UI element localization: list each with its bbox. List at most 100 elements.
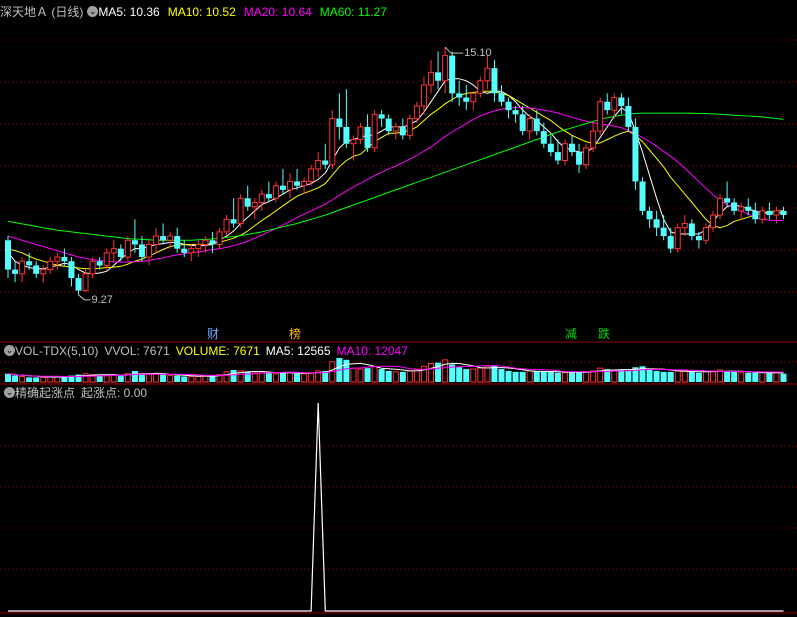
candle-body-down [547,143,554,153]
volume-bar-up [597,367,604,383]
candle-body-down [533,118,540,132]
volume-bar-up [590,370,597,383]
candle-body-up [561,143,568,162]
chart-stage: 15.10 9.27 财榜减跌 深天地Ａ (日线) ⌄ MA5: 10.36 MA10… [0,0,797,614]
volume-legend-items: VOL-TDX(5,10) VVOL: 7671 VOLUME: 7671 MA5: … [15,344,414,358]
price-legend: 深天地Ａ (日线) ⌄ MA5: 10.36 MA10: 10.52 MA20: 10.… [0,4,395,20]
volume-bar-down [752,372,759,382]
candle-body-down [604,101,611,111]
volume-bar-down [505,370,512,382]
event-marker-2: 减 [565,327,577,341]
candle-body-down [576,152,583,165]
volume-bar-up [674,370,681,383]
candle-body-down [632,126,639,182]
volume-bar-down [519,371,526,382]
stock-title[interactable]: 深天地Ａ (日线) [0,5,83,19]
candle-body-down [5,240,11,270]
candle-body-down [364,126,371,148]
volume-bar-down [33,377,40,382]
event-marker-3: 跌 [598,326,610,341]
volume-bar-down [540,371,547,382]
candle-body-down [752,210,759,220]
chart-grid [0,39,797,614]
chevron-down-icon[interactable]: ⌄ [4,345,15,357]
volume-bar-down [618,370,625,382]
price-markers: 15.10 9.27 [78,46,492,306]
candle-body-down [131,240,138,245]
candle-body-up [597,101,604,132]
candle-body-down [336,118,343,127]
volume-bar-down [569,371,575,382]
candle-body-up [710,214,716,229]
volume-bar-down [364,368,371,382]
ma-label-0: MA5: 10.36 [98,5,160,19]
indicator-legend: ⌄ 精确起涨点 起涨点: 0.00 [0,385,147,401]
candle-body-up [470,92,477,103]
volume-bar-down [138,373,145,382]
candle-body-down [435,72,442,81]
volume-bar-down [5,373,11,382]
candle-body-down [181,248,188,253]
candle-body-up [308,168,315,182]
candle-body-up [674,227,681,250]
event-markers: 财榜减跌 [207,326,610,341]
indicator-title[interactable]: 精确起涨点 [15,386,75,400]
stock-chart[interactable]: 15.10 9.27 财 榜 减 跌 [0,0,797,614]
volume-bar-up [188,375,195,383]
candle-body-down [378,114,385,119]
volume-label-3: MA5: 12565 [265,344,331,358]
candle-body-up [47,260,54,271]
candle-body-down [26,261,33,266]
candle-body-up [301,180,308,187]
candle-body-up [484,67,491,82]
candle-body-up [773,210,780,216]
candle-body-up [258,193,265,203]
candle-body-up [153,235,160,245]
candle-body-down [491,68,498,94]
candle-body-down [780,210,787,216]
candle-body-up [329,118,336,166]
volume-bar-down [399,371,406,382]
volume-bar-down [26,377,33,382]
chevron-down-icon[interactable]: ⌄ [87,6,99,18]
volume-bar-up [350,367,357,383]
candle-body-down [265,194,272,199]
volume-bar-up [406,370,413,383]
ma-line-ma10 [7,90,784,270]
candle-body-up [428,71,434,86]
volume-bar-up [773,372,780,383]
candle-body-down [96,261,103,266]
volume-bar-up [710,370,716,383]
ma-label-3: MA60: 11.27 [319,5,387,19]
volume-bar-down [695,372,702,382]
candle-body-up [738,206,745,212]
candle-body-down [68,261,75,279]
volume-bar-up [103,375,110,383]
volume-bar-down [688,371,695,382]
candle-body-down [498,93,505,102]
candle-body-down [618,97,625,106]
candle-body-down [519,114,526,132]
candle-body-down [322,160,329,165]
volume-bar-down [230,370,237,382]
candle-body-up [82,273,89,292]
candle-body-up [442,55,449,82]
volume-bar-up [442,359,449,383]
candle-body-up [272,185,279,199]
candle-body-down [244,198,251,207]
volume-bar-up [153,373,160,383]
candle-body-down [33,265,40,274]
candle-body-up [420,84,427,107]
candle-body-down [695,236,702,241]
volume-bar-up [223,371,230,383]
chevron-down-icon[interactable]: ⌄ [4,387,15,399]
volume-bar-down [160,374,167,382]
candle-body-down [569,143,575,153]
indicator-value: 起涨点: 0.00 [81,386,148,400]
candle-body-down [456,93,463,98]
candle-body-down [138,244,145,258]
volume-bar-down [181,376,188,382]
volume-bar-down [174,375,181,382]
event-marker-0: 财 [207,327,219,341]
volume-bar-down [96,375,103,382]
